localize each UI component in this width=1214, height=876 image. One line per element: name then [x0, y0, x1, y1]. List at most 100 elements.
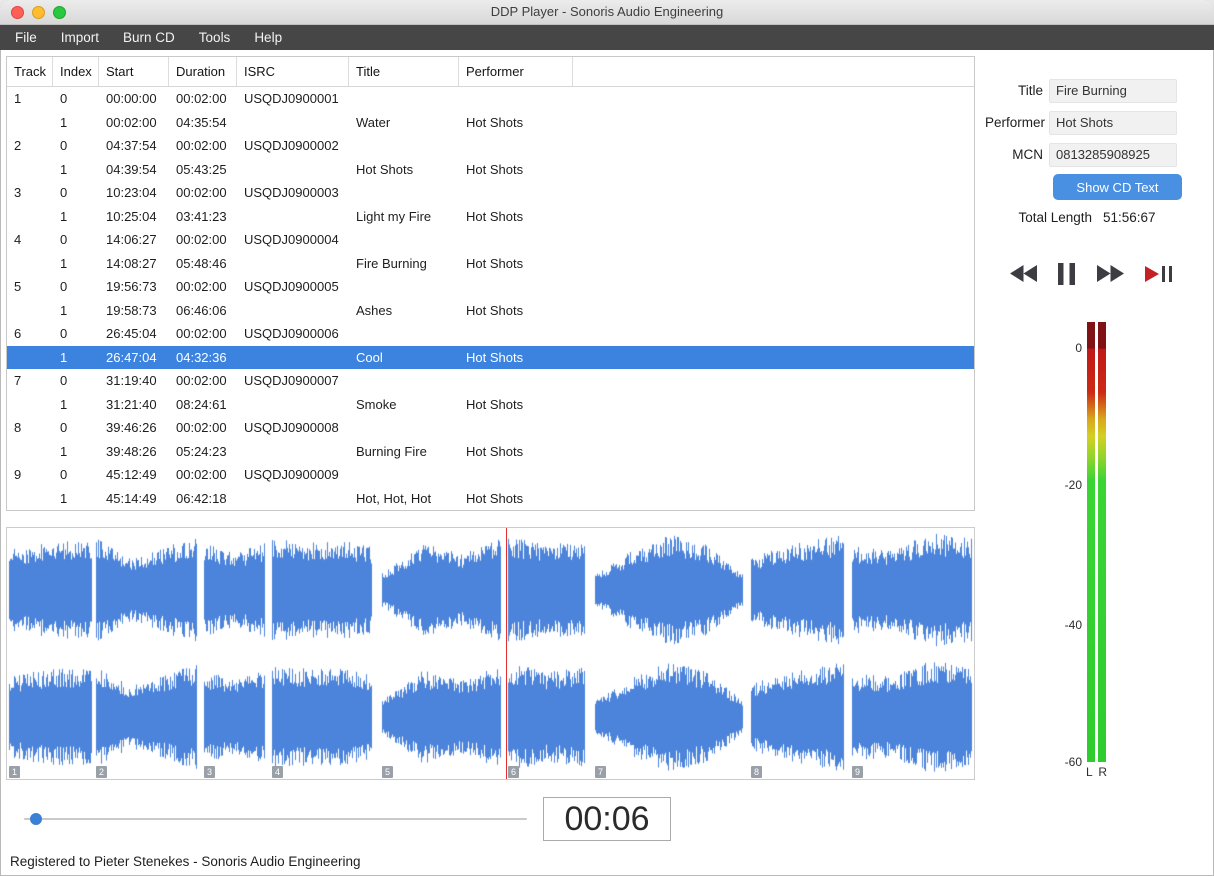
track-start-marker[interactable]: 6 [508, 766, 519, 778]
total-length-row: Total Length 51:56:67 [985, 210, 1183, 225]
title-field-row: Title [985, 78, 1183, 103]
cell-start: 26:45:04 [106, 326, 157, 342]
menu-tools[interactable]: Tools [187, 25, 243, 50]
cell-index: 0 [60, 326, 68, 342]
menu-bar: File Import Burn CD Tools Help [0, 25, 1214, 50]
pause-button[interactable] [1058, 262, 1076, 288]
transport-controls [1010, 257, 1176, 293]
table-row[interactable]: 1 31:21:40 08:24:61 Smoke Hot Shots [7, 393, 974, 417]
fast-forward-icon [1096, 265, 1124, 285]
cell-isrc: USQDJ0900002 [244, 138, 339, 154]
cell-index: 1 [60, 255, 68, 271]
table-row[interactable]: 6 0 26:45:04 00:02:00 USQDJ0900006 [7, 322, 974, 346]
table-row[interactable]: 3 0 10:23:04 00:02:00 USQDJ0900003 [7, 181, 974, 205]
cell-isrc: USQDJ0900004 [244, 232, 339, 248]
meter-scale-60: -60 [1064, 755, 1082, 769]
track-start-marker[interactable]: 1 [9, 766, 20, 778]
table-row[interactable]: 8 0 39:46:26 00:02:00 USQDJ0900008 [7, 416, 974, 440]
menu-file[interactable]: File [3, 25, 49, 50]
title-input[interactable] [1049, 78, 1177, 103]
table-row[interactable]: 7 0 31:19:40 00:02:00 USQDJ0900007 [7, 369, 974, 393]
rewind-button[interactable] [1010, 265, 1037, 285]
track-table: Track Index Start Duration ISRC Title Performe… [6, 56, 975, 511]
cell-performer: Hot Shots [466, 161, 524, 177]
cell-index: 1 [60, 396, 68, 412]
cell-track: 6 [14, 326, 22, 342]
track-start-marker[interactable]: 3 [204, 766, 215, 778]
column-header-track[interactable]: Track [7, 57, 53, 86]
performer-field-label: Performer [985, 115, 1046, 130]
cell-start: 00:00:00 [106, 91, 157, 107]
cell-title: Hot Shots [356, 161, 414, 177]
table-row[interactable]: 1 10:25:04 03:41:23 Light my Fire Hot Shots [7, 205, 974, 229]
cell-isrc: USQDJ0900006 [244, 326, 339, 342]
cell-duration: 00:02:00 [176, 232, 227, 248]
table-row[interactable]: 1 19:58:73 06:46:06 Ashes Hot Shots [7, 299, 974, 323]
column-header-performer[interactable]: Performer [459, 57, 573, 86]
column-header-index[interactable]: Index [53, 57, 99, 86]
column-header-duration[interactable]: Duration [169, 57, 237, 86]
cell-duration: 00:02:00 [176, 326, 227, 342]
cell-duration: 05:43:25 [176, 161, 227, 177]
track-start-marker[interactable]: 4 [272, 766, 283, 778]
cell-start: 19:58:73 [106, 302, 157, 318]
cell-duration: 04:35:54 [176, 114, 227, 130]
waveform-canvas[interactable] [7, 528, 974, 779]
track-start-marker[interactable]: 5 [382, 766, 393, 778]
menu-import[interactable]: Import [49, 25, 111, 50]
seek-slider-knob[interactable] [30, 813, 42, 825]
table-row[interactable]: 2 0 04:37:54 00:02:00 USQDJ0900002 [7, 134, 974, 158]
table-row[interactable]: 1 00:02:00 04:35:54 Water Hot Shots [7, 111, 974, 135]
mcn-input[interactable] [1049, 142, 1177, 167]
track-start-marker[interactable]: 7 [595, 766, 606, 778]
cell-index: 1 [60, 490, 68, 506]
table-row[interactable]: 1 26:47:04 04:32:36 Cool Hot Shots [7, 345, 974, 369]
table-row[interactable]: 1 0 00:00:00 00:02:00 USQDJ0900001 [7, 87, 974, 111]
cell-performer: Hot Shots [466, 302, 524, 318]
cell-performer: Hot Shots [466, 443, 524, 459]
seek-slider-track[interactable] [24, 818, 527, 820]
pause-icon [1058, 262, 1076, 288]
table-row[interactable]: 1 04:39:54 05:43:25 Hot Shots Hot Shots [7, 158, 974, 182]
track-start-marker[interactable]: 9 [852, 766, 863, 778]
cell-index: 1 [60, 302, 68, 318]
cell-index: 0 [60, 232, 68, 248]
cell-start: 19:56:73 [106, 279, 157, 295]
cell-title: Cool [356, 349, 383, 365]
cell-track: 1 [14, 91, 22, 107]
cell-index: 1 [60, 114, 68, 130]
table-row[interactable]: 5 0 19:56:73 00:02:00 USQDJ0900005 [7, 275, 974, 299]
play-to-marker-icon [1144, 264, 1176, 287]
play-to-marker-button[interactable] [1144, 264, 1176, 287]
track-start-marker[interactable]: 8 [751, 766, 762, 778]
cell-start: 14:06:27 [106, 232, 157, 248]
table-row[interactable]: 9 0 45:12:49 00:02:00 USQDJ0900009 [7, 463, 974, 487]
cell-index: 0 [60, 279, 68, 295]
cell-duration: 08:24:61 [176, 396, 227, 412]
track-start-marker[interactable]: 2 [96, 766, 107, 778]
menu-burn-cd[interactable]: Burn CD [111, 25, 187, 50]
seek-slider[interactable] [24, 812, 527, 826]
cell-start: 39:48:26 [106, 443, 157, 459]
performer-input[interactable] [1049, 110, 1177, 135]
cell-isrc: USQDJ0900005 [244, 279, 339, 295]
cell-start: 31:19:40 [106, 373, 157, 389]
waveform-display[interactable]: 1 2 3 4 5 6 7 8 9 [6, 527, 975, 780]
cell-isrc: USQDJ0900009 [244, 467, 339, 483]
column-header-title[interactable]: Title [349, 57, 459, 86]
column-header-start[interactable]: Start [99, 57, 169, 86]
meter-channel-right-label: R [1098, 765, 1107, 779]
menu-help[interactable]: Help [242, 25, 294, 50]
level-meters [1087, 322, 1106, 762]
table-row[interactable]: 1 39:48:26 05:24:23 Burning Fire Hot Shots [7, 440, 974, 464]
cell-start: 39:46:26 [106, 420, 157, 436]
fast-forward-button[interactable] [1096, 265, 1124, 285]
table-row[interactable]: 1 14:08:27 05:48:46 Fire Burning Hot Shots [7, 252, 974, 276]
column-header-isrc[interactable]: ISRC [237, 57, 349, 86]
show-cd-text-button[interactable]: Show CD Text [1053, 174, 1182, 200]
cell-duration: 00:02:00 [176, 91, 227, 107]
table-row[interactable]: 4 0 14:06:27 00:02:00 USQDJ0900004 [7, 228, 974, 252]
cell-performer: Hot Shots [466, 255, 524, 271]
table-row[interactable]: 1 45:14:49 06:42:18 Hot, Hot, Hot Hot Shots [7, 487, 974, 511]
cell-duration: 05:48:46 [176, 255, 227, 271]
